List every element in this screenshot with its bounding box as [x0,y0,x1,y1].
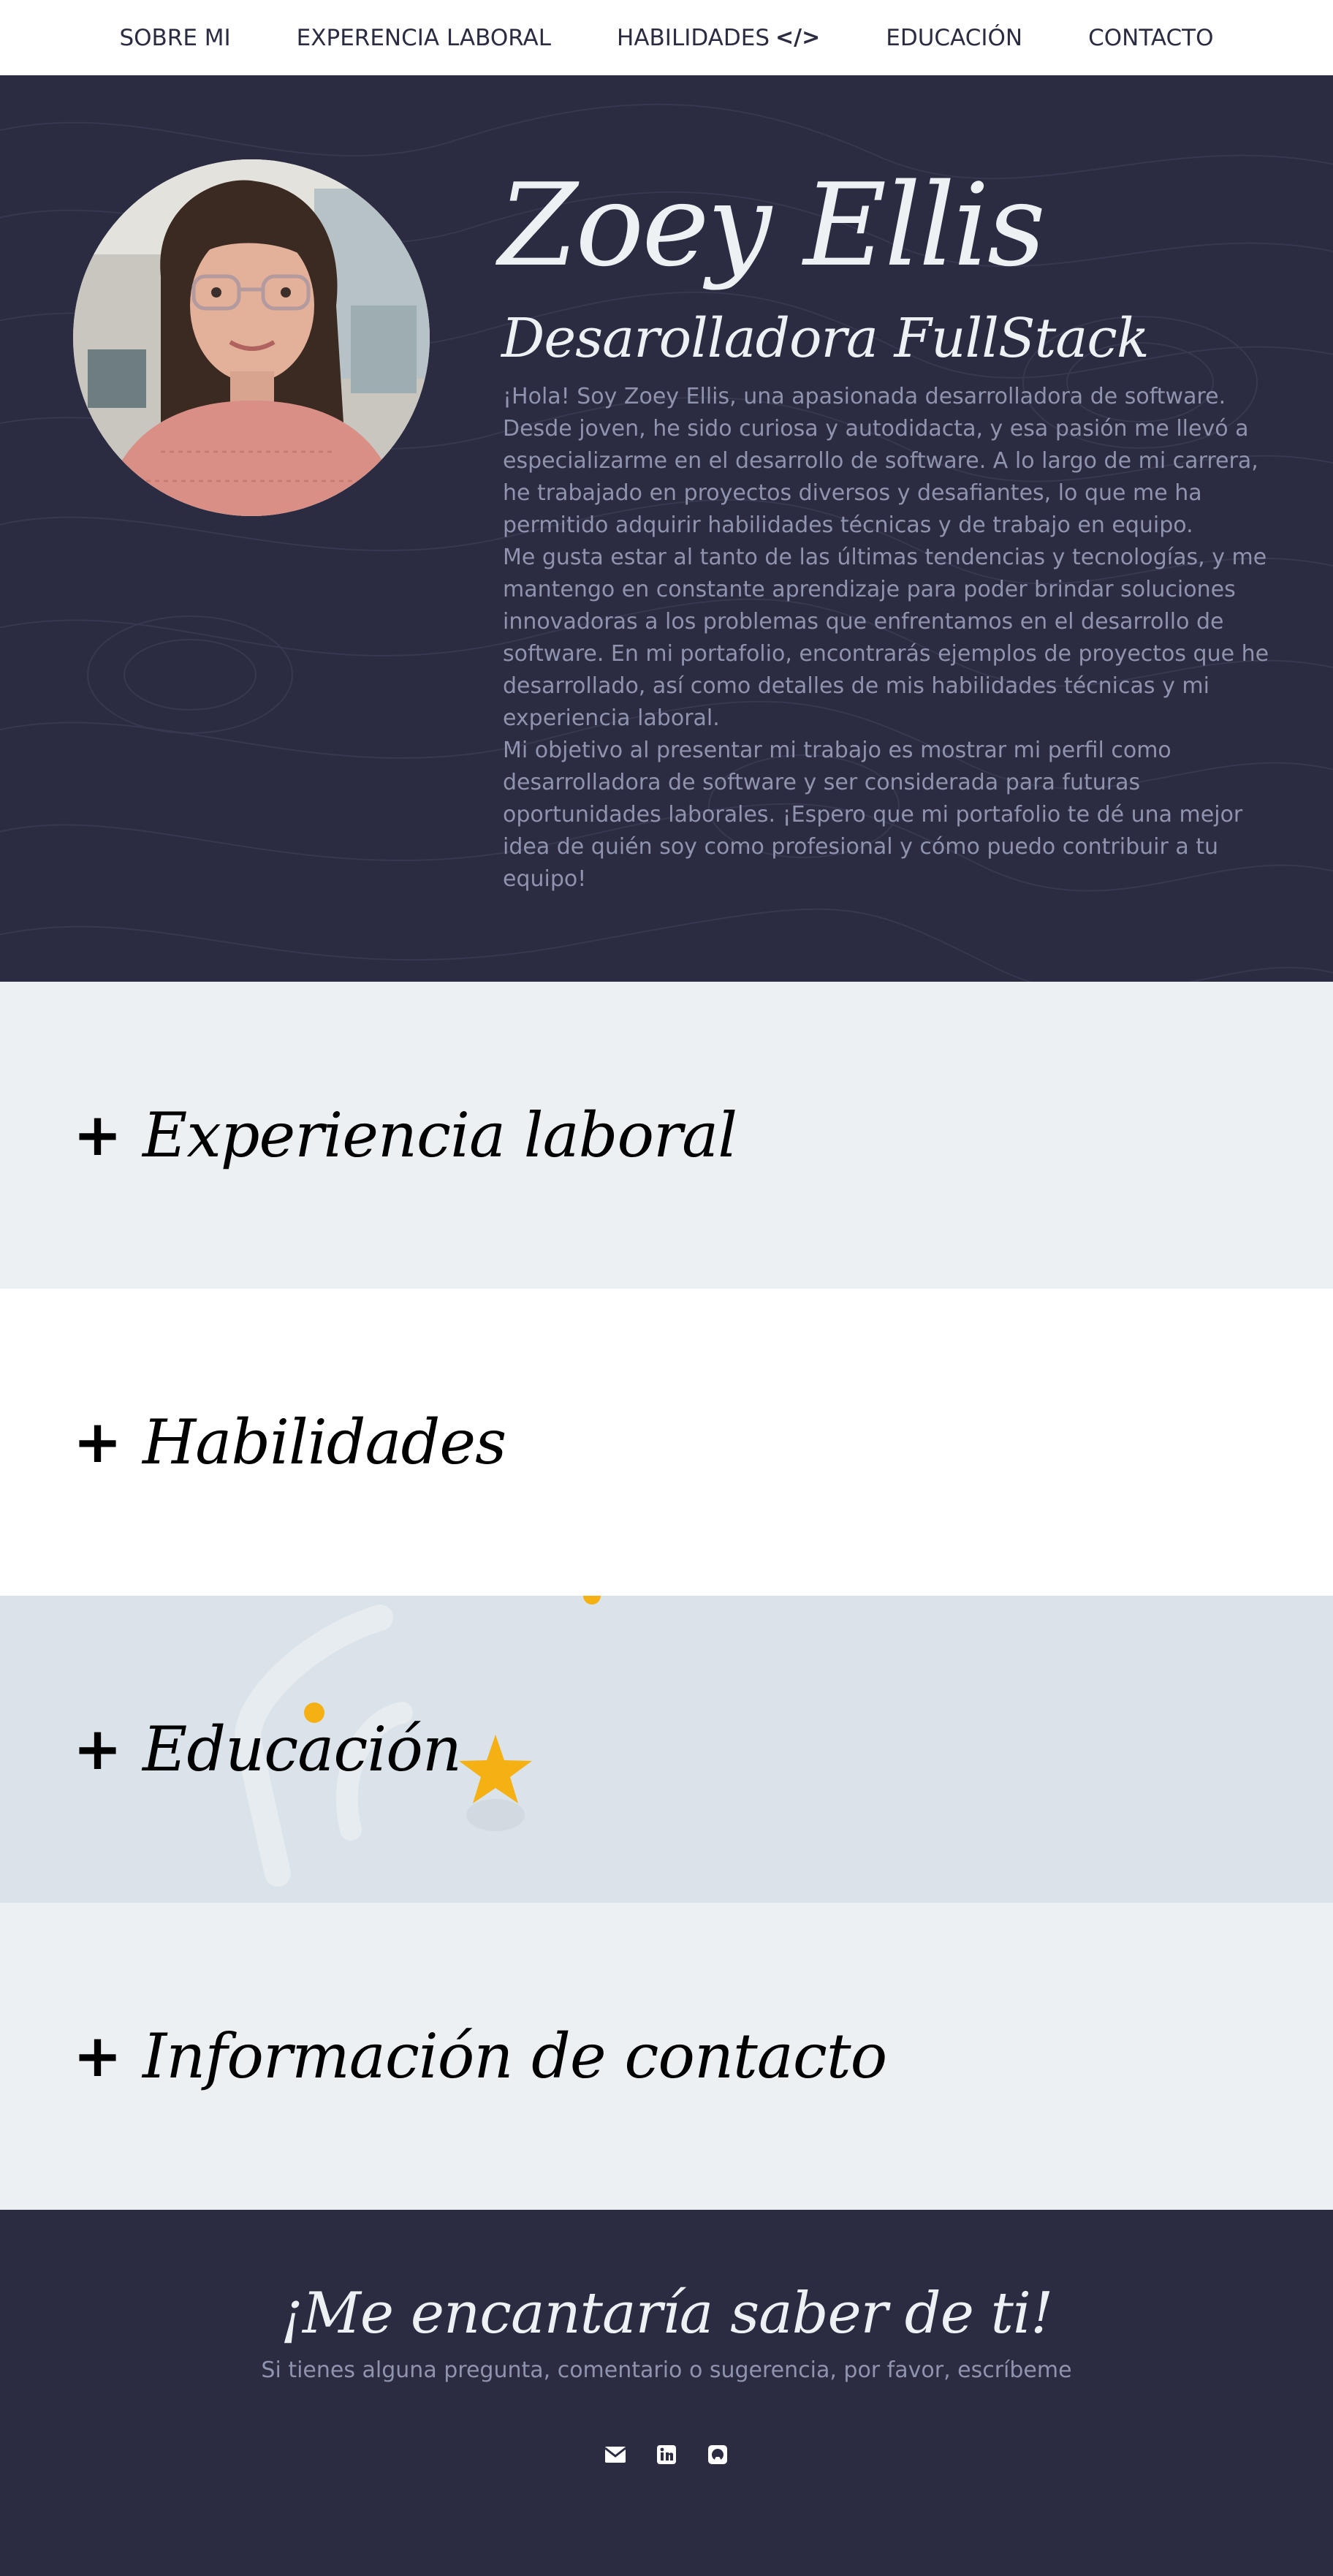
plus-icon: + [73,1101,123,1169]
footer: ¡Me encantaría saber de ti! Si tienes al… [0,2210,1333,2576]
top-nav: SOBRE MI EXPERENCIA LABORAL HABILIDADES … [0,0,1333,75]
nav-link-label: HABILIDADES [617,24,770,51]
section-toggle-contacto[interactable]: + Información de contacto [73,2020,887,2093]
social-links [0,2442,1333,2467]
profile-photo [73,159,430,516]
bio-paragraph: Mi objetivo al presentar mi trabajo es m… [503,738,1243,892]
hero-name: Zoey Ellis [498,159,1046,292]
hero-bio: ¡Hola! Soy Zoey Ellis, una apasionada de… [503,381,1285,895]
footer-title: ¡Me encantaría saber de ti! [280,2281,1054,2346]
nav-link-label: SOBRE MI [119,24,231,51]
plus-icon: + [73,2022,123,2090]
section-toggle-experiencia[interactable]: + Experiencia laboral [73,1099,737,1172]
bio-paragraph: ¡Hola! Soy Zoey Ellis, una apasionada de… [503,384,1258,538]
nav-link-sobre-mi[interactable]: SOBRE MI [119,25,230,51]
nav-link-label: EDUCACIÓN [886,24,1023,51]
envelope-icon[interactable] [603,2442,628,2467]
hero-role: Desarolladora FullStack [501,307,1150,370]
github-icon[interactable] [705,2442,730,2467]
linkedin-icon[interactable] [654,2442,679,2467]
section-educacion: + Educación [0,1596,1333,1903]
plus-icon: + [73,1715,123,1783]
section-title: Habilidades [143,1406,506,1478]
nav-link-habilidades[interactable]: HABILIDADES </> [617,25,820,51]
nav-link-experiencia[interactable]: EXPERENCIA LABORAL [297,25,551,51]
nav-link-educacion[interactable]: EDUCACIÓN [886,25,1022,51]
section-title: Experiencia laboral [143,1099,737,1171]
section-title: Información de contacto [143,2020,887,2092]
section-toggle-educacion[interactable]: + Educación [73,1713,462,1786]
footer-subtitle: Si tienes alguna pregunta, comentario o … [261,2357,1072,2383]
hero-section: Zoey Ellis Desarolladora FullStack ¡Hola… [0,75,1333,982]
section-toggle-habilidades[interactable]: + Habilidades [73,1406,506,1479]
nav-link-label: CONTACTO [1088,24,1214,51]
nav-link-contacto[interactable]: CONTACTO [1088,25,1213,51]
section-experiencia: + Experiencia laboral [0,982,1333,1289]
nav-link-label: EXPERENCIA LABORAL [296,24,552,51]
plus-icon: + [73,1408,123,1476]
section-title: Educación [143,1713,462,1785]
code-icon: </> [775,25,821,50]
section-contacto: + Información de contacto [0,1903,1333,2210]
bio-paragraph: Me gusta estar al tanto de las últimas t… [503,545,1269,731]
section-habilidades: + Habilidades [0,1289,1333,1596]
